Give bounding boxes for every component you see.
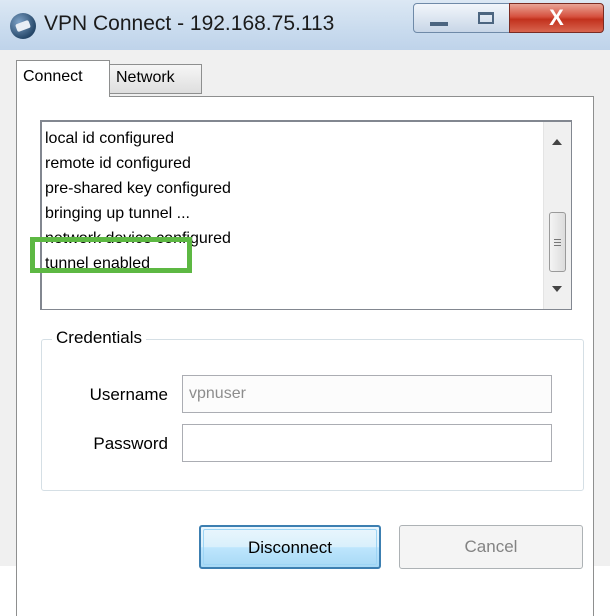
maximize-button[interactable]	[462, 3, 510, 33]
password-label: Password	[93, 434, 168, 453]
maximize-icon	[478, 12, 494, 24]
scroll-up-arrow-icon[interactable]	[552, 139, 562, 145]
tab-connect[interactable]: Connect	[16, 60, 110, 97]
log-line: bringing up tunnel ...	[45, 205, 190, 222]
log-scrollbar[interactable]	[543, 122, 571, 309]
tab-network[interactable]: Network	[110, 64, 202, 94]
connect-panel: local id configured remote id configured…	[16, 96, 594, 616]
window-body: Connect Network local id configured remo…	[0, 50, 610, 616]
username-label: Username	[89, 385, 168, 404]
scroll-down-arrow-icon[interactable]	[552, 286, 562, 292]
log-line: local id configured	[45, 130, 174, 147]
scroll-thumb[interactable]	[549, 212, 566, 272]
close-icon: X	[549, 5, 564, 30]
disconnect-button[interactable]: Disconnect	[199, 525, 381, 569]
close-button[interactable]: X	[509, 3, 604, 33]
minimize-button[interactable]	[413, 3, 463, 33]
cancel-button[interactable]: Cancel	[399, 525, 583, 569]
credentials-legend: Credentials	[52, 328, 146, 348]
log-line: remote id configured	[45, 155, 191, 172]
tunnel-enabled-highlight	[30, 237, 192, 273]
vpn-app-icon	[10, 13, 36, 39]
credentials-group: Credentials Username vpnuser Password	[41, 328, 584, 491]
username-field[interactable]: vpnuser	[182, 375, 552, 413]
grip-icon	[554, 239, 561, 240]
window-title: VPN Connect - 192.168.75.113	[44, 12, 335, 35]
password-field[interactable]	[182, 424, 552, 462]
status-log[interactable]: local id configured remote id configured…	[40, 120, 572, 310]
minimize-icon	[430, 22, 448, 26]
title-bar: VPN Connect - 192.168.75.113 X	[0, 0, 610, 50]
log-line: pre-shared key configured	[45, 180, 231, 197]
